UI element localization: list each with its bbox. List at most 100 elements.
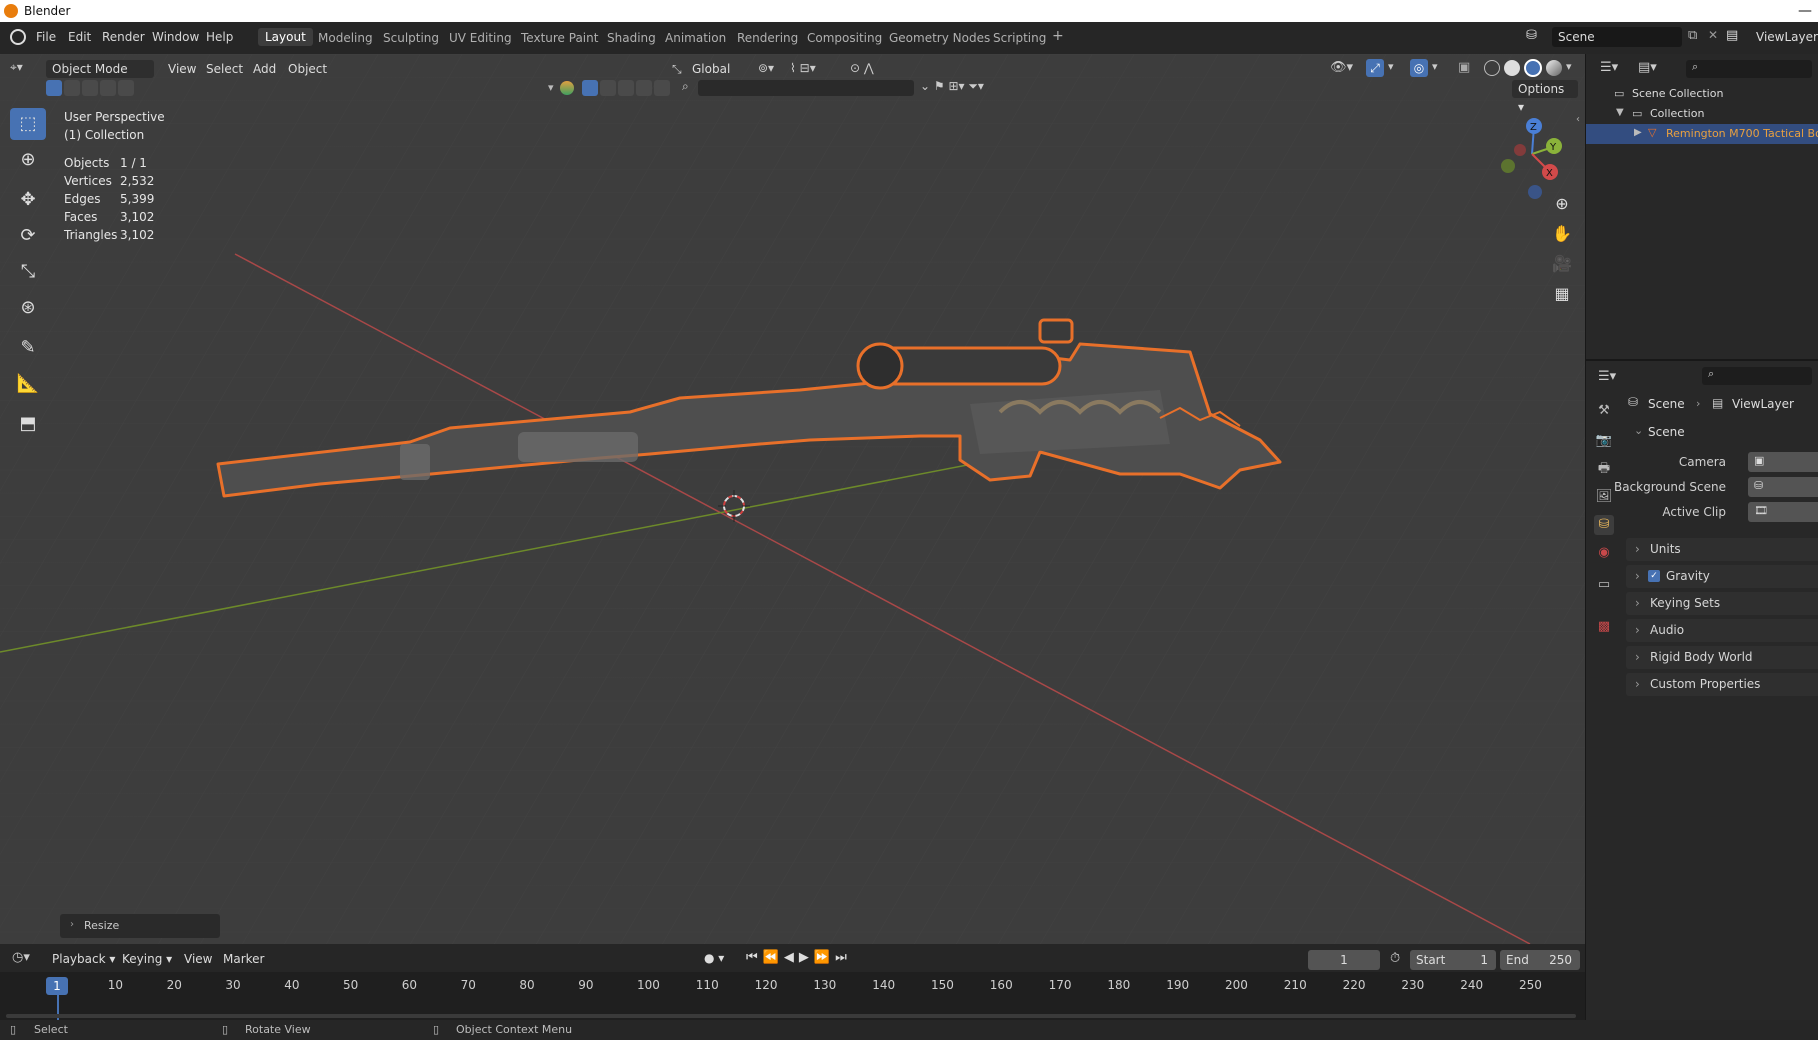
zoom-icon[interactable]: ⊕ (1548, 190, 1576, 218)
scale-tool-icon[interactable]: ⤡ (10, 256, 46, 288)
selectable-filter-icon[interactable] (582, 80, 598, 96)
viewlayer-icon[interactable]: ▤ (1726, 28, 1738, 43)
shading-rendered-icon[interactable] (1546, 60, 1562, 76)
shading-dropdown-icon[interactable]: ▾ (1566, 60, 1572, 73)
properties-editor[interactable]: ☰▾ ⌕ ⚒ 📷 🖶 🖼 ⛁ ◉ ▭ ▩ ⛁ Scene › ▤ ViewLay… (1585, 359, 1818, 1020)
snap-icon[interactable]: ⌇ ⊟▾ (790, 61, 816, 75)
overlays-dropdown-icon[interactable]: ▾ (1432, 60, 1438, 73)
output-properties-tab-icon[interactable]: 🖶 (1594, 459, 1614, 479)
viewport-menu-view[interactable]: View (168, 62, 196, 76)
gravity-panel[interactable]: › ✓ Gravity (1626, 565, 1818, 588)
scene-properties-tab-icon[interactable]: ⛁ (1594, 515, 1614, 535)
tab-scripting[interactable]: Scripting (993, 31, 1046, 45)
properties-search-input[interactable]: ⌕ (1702, 367, 1812, 385)
mode-selector[interactable]: Object Mode (46, 60, 154, 78)
scene-panel-header[interactable]: ⌄ Scene (1626, 421, 1818, 443)
proportional-edit-icon[interactable]: ⊙ ⋀ (850, 61, 874, 75)
tab-sculpting[interactable]: Sculpting (383, 31, 439, 45)
properties-editor-type-icon[interactable]: ☰▾ (1598, 369, 1616, 384)
tool-properties-tab-icon[interactable]: ⚒ (1594, 401, 1614, 421)
filter-options-icon[interactable]: ⌄ ⚑ ⊞▾ ⏷▾ (920, 79, 984, 94)
navigation-gizmo[interactable]: Z Y X (1490, 110, 1570, 200)
gravity-checkbox[interactable]: ✓ (1648, 570, 1660, 582)
pivot-icon[interactable]: ⊚▾ (758, 61, 774, 75)
visibility-icon[interactable]: 👁▾ (1330, 60, 1353, 75)
tab-uv-editing[interactable]: UV Editing (449, 31, 512, 45)
overlays-toggle-icon[interactable]: ◎ (1410, 59, 1428, 77)
timeline-menu-marker[interactable]: Marker (223, 952, 264, 966)
viewport-menu-object[interactable]: Object (288, 62, 327, 76)
auto-keying-icon[interactable]: ● ▾ (704, 951, 724, 965)
transform-tool-icon[interactable]: ⊛ (10, 292, 46, 324)
expand-arrow-icon[interactable]: ▶ (1634, 127, 1642, 138)
outliner-row-object[interactable]: ▶ ▽ Remington M700 Tactical Bo (1586, 124, 1818, 144)
viewport-menu-select[interactable]: Select (206, 62, 243, 76)
blender-menu-icon[interactable] (10, 29, 26, 45)
editor-type-icon[interactable]: ⌖▾ (10, 60, 23, 75)
camera-view-icon[interactable]: 🎥 (1548, 250, 1576, 278)
timeline-menu-playback[interactable]: Playback ▾ (52, 952, 115, 966)
gizmo-toggle-icon[interactable]: ⤢ (1366, 59, 1384, 77)
timeline-editor-type-icon[interactable]: ◷▾ (12, 950, 30, 965)
playback-controls[interactable]: ⏮⏪◀▶⏩⏭ (746, 950, 852, 965)
tab-texture-paint[interactable]: Texture Paint (521, 31, 598, 45)
render-properties-tab-icon[interactable]: 📷 (1594, 431, 1614, 451)
display-mode-icon[interactable]: ▤▾ (1638, 60, 1657, 75)
tab-layout[interactable]: Layout (258, 28, 313, 46)
viewport-search-input[interactable] (698, 80, 914, 96)
tab-geometry-nodes[interactable]: Geometry Nodes (889, 31, 990, 45)
last-operator-panel[interactable]: › Resize (60, 914, 220, 938)
perspective-toggle-icon[interactable]: ▦ (1548, 280, 1576, 308)
menu-edit[interactable]: Edit (68, 30, 91, 44)
3d-viewport[interactable]: ⌖▾ Object Mode View Select Add Object ⤡ … (0, 54, 1585, 944)
xray-icon[interactable]: ▣ (1458, 60, 1470, 75)
start-frame-field[interactable]: Start 1 (1410, 950, 1496, 970)
filter-light-icon[interactable] (618, 80, 634, 96)
select-mode-invert-icon[interactable] (100, 80, 116, 96)
select-mode-extend-icon[interactable] (64, 80, 80, 96)
texture-properties-tab-icon[interactable]: ▩ (1594, 617, 1614, 637)
active-clip-field[interactable]: 🎞 (1748, 502, 1818, 522)
outliner-editor-type-icon[interactable]: ☰▾ (1600, 60, 1618, 75)
filter-camera-icon[interactable] (636, 80, 652, 96)
viewlayer-selector[interactable]: ViewLayer (1750, 27, 1818, 47)
timeline-scrollbar[interactable] (6, 1014, 1576, 1018)
timeline-editor[interactable]: ◷▾ Playback ▾ Keying ▾ View Marker ● ▾ ⏮… (0, 944, 1585, 1020)
collection-properties-tab-icon[interactable]: ▭ (1594, 575, 1614, 595)
shading-solid-icon[interactable] (1504, 60, 1520, 76)
menu-help[interactable]: Help (206, 30, 233, 44)
pan-hand-icon[interactable]: ✋ (1548, 220, 1576, 248)
transform-orientation[interactable]: Global (692, 62, 730, 76)
outliner-search-input[interactable]: ⌕ (1686, 60, 1812, 78)
tab-modeling[interactable]: Modeling (318, 31, 373, 45)
minimize-button[interactable]: — (1798, 0, 1812, 22)
new-scene-icon[interactable]: ⧉ (1688, 28, 1697, 43)
end-frame-field[interactable]: End 250 (1500, 950, 1580, 970)
world-properties-tab-icon[interactable]: ◉ (1594, 543, 1614, 563)
filter-mesh-icon[interactable] (600, 80, 616, 96)
viewport-menu-add[interactable]: Add (253, 62, 276, 76)
gizmo-dropdown-icon[interactable]: ▾ (1388, 60, 1394, 73)
menu-render[interactable]: Render (102, 30, 145, 44)
expand-arrow-icon[interactable]: ▼ (1616, 107, 1624, 118)
annotate-tool-icon[interactable]: ✎ (10, 332, 46, 364)
menu-file[interactable]: File (36, 30, 56, 44)
rigid-body-world-panel[interactable]: › Rigid Body World (1626, 646, 1818, 669)
delete-scene-icon[interactable]: ✕ (1708, 28, 1718, 42)
select-mode-subtract-icon[interactable] (82, 80, 98, 96)
camera-field[interactable]: ▣ (1748, 452, 1818, 472)
collapse-chevron-icon[interactable]: ▾ (548, 81, 554, 94)
options-button[interactable]: Options ▾ (1512, 80, 1578, 114)
units-panel[interactable]: › Units (1626, 538, 1818, 561)
object-type-visibility-icon[interactable] (560, 81, 574, 95)
timeline-menu-keying[interactable]: Keying ▾ (122, 952, 172, 966)
select-mode-new-icon[interactable] (46, 80, 62, 96)
keying-sets-panel[interactable]: › Keying Sets (1626, 592, 1818, 615)
outliner-row-scene-collection[interactable]: ▭ Scene Collection (1586, 84, 1818, 104)
sidebar-toggle-icon[interactable]: ‹ (1576, 114, 1580, 125)
select-box-tool-icon[interactable]: ⬚ (10, 108, 46, 140)
audio-panel[interactable]: › Audio (1626, 619, 1818, 642)
outliner[interactable]: ☰▾ ▤▾ ⌕ ▭ Scene Collection ▼ ▭ Collectio… (1585, 54, 1818, 359)
shading-material-icon[interactable] (1524, 59, 1542, 77)
measure-tool-icon[interactable]: 📐 (10, 368, 46, 400)
